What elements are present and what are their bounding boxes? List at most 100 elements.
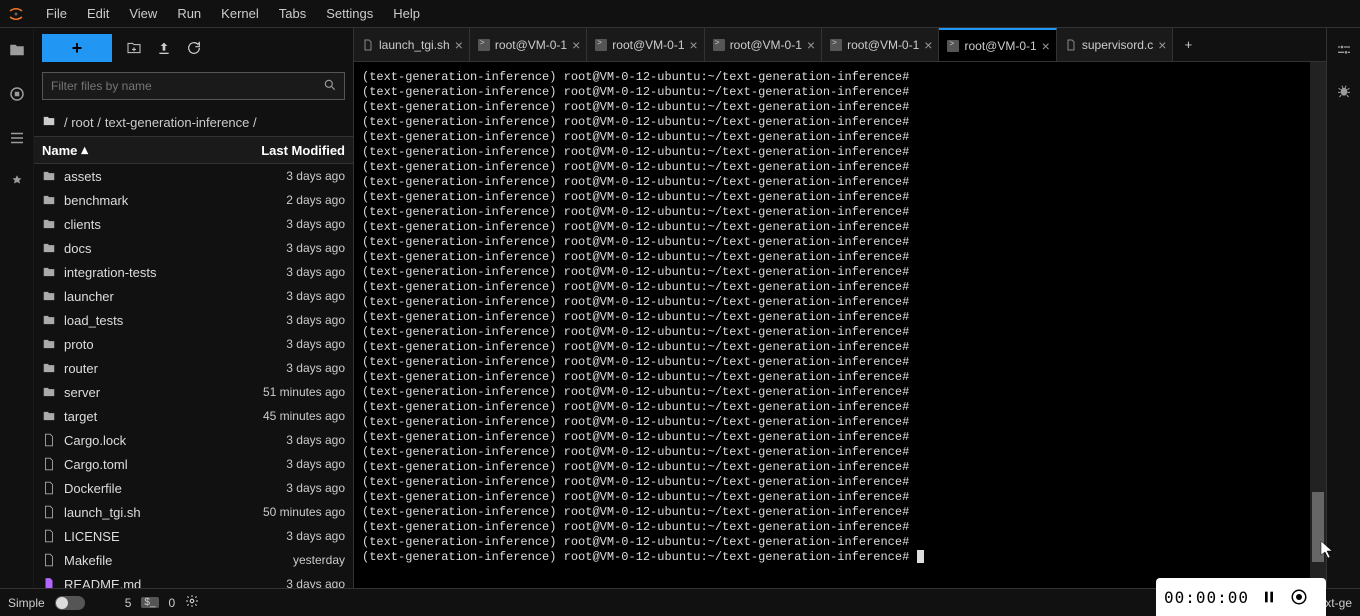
tab[interactable]: root@VM-0-1×: [705, 28, 822, 61]
gear-icon[interactable]: [185, 594, 199, 611]
terminal-icon: [478, 39, 490, 51]
file-modified: 3 days ago: [225, 169, 345, 183]
menu-help[interactable]: Help: [383, 2, 430, 25]
menu-tabs[interactable]: Tabs: [269, 2, 316, 25]
menu-run[interactable]: Run: [167, 2, 211, 25]
file-icon: [42, 529, 60, 543]
file-row[interactable]: server51 minutes ago: [34, 380, 353, 404]
extensions-icon[interactable]: [7, 172, 27, 192]
col-name-header[interactable]: Name▴: [42, 142, 225, 158]
kernel-count[interactable]: 0: [169, 596, 176, 610]
terminal-line: (text-generation-inference) root@VM-0-12…: [362, 265, 1318, 280]
terminal-line: (text-generation-inference) root@VM-0-12…: [362, 535, 1318, 550]
file-name: proto: [64, 337, 225, 352]
file-row[interactable]: Cargo.lock3 days ago: [34, 428, 353, 452]
menubar: File Edit View Run Kernel Tabs Settings …: [0, 0, 1360, 28]
file-row[interactable]: load_tests3 days ago: [34, 308, 353, 332]
file-modified: 3 days ago: [225, 457, 345, 471]
terminal-line: (text-generation-inference) root@VM-0-12…: [362, 340, 1318, 355]
menu-kernel[interactable]: Kernel: [211, 2, 269, 25]
file-row[interactable]: target45 minutes ago: [34, 404, 353, 428]
add-tab-button[interactable]: +: [1173, 28, 1203, 61]
upload-icon[interactable]: [156, 40, 172, 56]
tab[interactable]: launch_tgi.sh×: [354, 28, 470, 61]
close-icon[interactable]: ×: [924, 37, 932, 53]
running-icon[interactable]: [7, 84, 27, 104]
file-name: target: [64, 409, 225, 424]
tab[interactable]: root@VM-0-1×: [587, 28, 704, 61]
file-row[interactable]: docs3 days ago: [34, 236, 353, 260]
breadcrumb-root[interactable]: / root /: [64, 115, 101, 130]
mode-toggle[interactable]: [55, 596, 85, 610]
file-modified: 45 minutes ago: [225, 409, 345, 423]
file-name: server: [64, 385, 225, 400]
terminal-icon: [713, 39, 725, 51]
menu-settings[interactable]: Settings: [316, 2, 383, 25]
file-name: Makefile: [64, 553, 225, 568]
file-icon: [1065, 39, 1077, 51]
file-list: assets3 days agobenchmark2 days agoclien…: [34, 164, 353, 588]
folder-icon: [42, 114, 56, 131]
file-row[interactable]: integration-tests3 days ago: [34, 260, 353, 284]
new-folder-icon[interactable]: [126, 40, 142, 56]
close-icon[interactable]: ×: [1042, 38, 1050, 54]
folder-icon[interactable]: [7, 40, 27, 60]
file-modified: 3 days ago: [225, 313, 345, 327]
tab[interactable]: supervisord.c ×: [1057, 28, 1174, 61]
menu-file[interactable]: File: [36, 2, 77, 25]
scrollbar-thumb[interactable]: [1312, 492, 1324, 562]
close-icon[interactable]: ×: [690, 37, 698, 53]
pause-button[interactable]: [1259, 587, 1279, 607]
stopwatch-time: 00:00:00: [1164, 588, 1249, 607]
file-row[interactable]: Dockerfile3 days ago: [34, 476, 353, 500]
scrollbar[interactable]: [1310, 62, 1326, 588]
terminal-line: (text-generation-inference) root@VM-0-12…: [362, 130, 1318, 145]
file-row[interactable]: assets3 days ago: [34, 164, 353, 188]
terminal-line: (text-generation-inference) root@VM-0-12…: [362, 190, 1318, 205]
close-icon[interactable]: ×: [1158, 37, 1166, 53]
tab-label: root@VM-0-1: [495, 38, 567, 52]
toc-icon[interactable]: [7, 128, 27, 148]
breadcrumb-folder[interactable]: text-generation-inference /: [105, 115, 257, 130]
stop-button[interactable]: [1289, 587, 1309, 607]
file-row[interactable]: README.md3 days ago: [34, 572, 353, 588]
tab-label: supervisord.c: [1082, 38, 1153, 52]
terminal-line: (text-generation-inference) root@VM-0-12…: [362, 250, 1318, 265]
file-row[interactable]: clients3 days ago: [34, 212, 353, 236]
file-row[interactable]: benchmark2 days ago: [34, 188, 353, 212]
file-row[interactable]: launch_tgi.sh50 minutes ago: [34, 500, 353, 524]
file-row[interactable]: router3 days ago: [34, 356, 353, 380]
folder-icon: [42, 265, 60, 279]
file-modified: 3 days ago: [225, 361, 345, 375]
menu-view[interactable]: View: [119, 2, 167, 25]
debugger-icon[interactable]: [1335, 82, 1353, 100]
file-row[interactable]: Makefileyesterday: [34, 548, 353, 572]
jupyter-logo[interactable]: [4, 2, 28, 26]
file-row[interactable]: LICENSE3 days ago: [34, 524, 353, 548]
file-name: launch_tgi.sh: [64, 505, 225, 520]
file-icon: [42, 457, 60, 471]
file-name: router: [64, 361, 225, 376]
file-row[interactable]: Cargo.toml3 days ago: [34, 452, 353, 476]
menu-edit[interactable]: Edit: [77, 2, 119, 25]
close-icon[interactable]: ×: [807, 37, 815, 53]
terminal-icon: [595, 39, 607, 51]
new-launcher-button[interactable]: +: [42, 34, 112, 62]
terminal-count[interactable]: 5: [125, 596, 132, 610]
tab[interactable]: root@VM-0-1×: [822, 28, 939, 61]
property-inspector-icon[interactable]: [1335, 42, 1353, 60]
tab[interactable]: root@VM-0-1×: [939, 28, 1056, 61]
file-modified: 3 days ago: [225, 337, 345, 351]
close-icon[interactable]: ×: [455, 37, 463, 53]
close-icon[interactable]: ×: [572, 37, 580, 53]
terminal-line: (text-generation-inference) root@VM-0-12…: [362, 415, 1318, 430]
col-modified-header[interactable]: Last Modified: [225, 143, 345, 158]
filter-input[interactable]: [42, 72, 345, 100]
file-row[interactable]: proto3 days ago: [34, 332, 353, 356]
refresh-icon[interactable]: [186, 40, 202, 56]
terminal-output[interactable]: (text-generation-inference) root@VM-0-12…: [354, 62, 1326, 588]
tab[interactable]: root@VM-0-1 ×: [470, 28, 587, 61]
file-browser-toolbar: +: [34, 28, 353, 68]
terminal-line: (text-generation-inference) root@VM-0-12…: [362, 370, 1318, 385]
file-row[interactable]: launcher3 days ago: [34, 284, 353, 308]
